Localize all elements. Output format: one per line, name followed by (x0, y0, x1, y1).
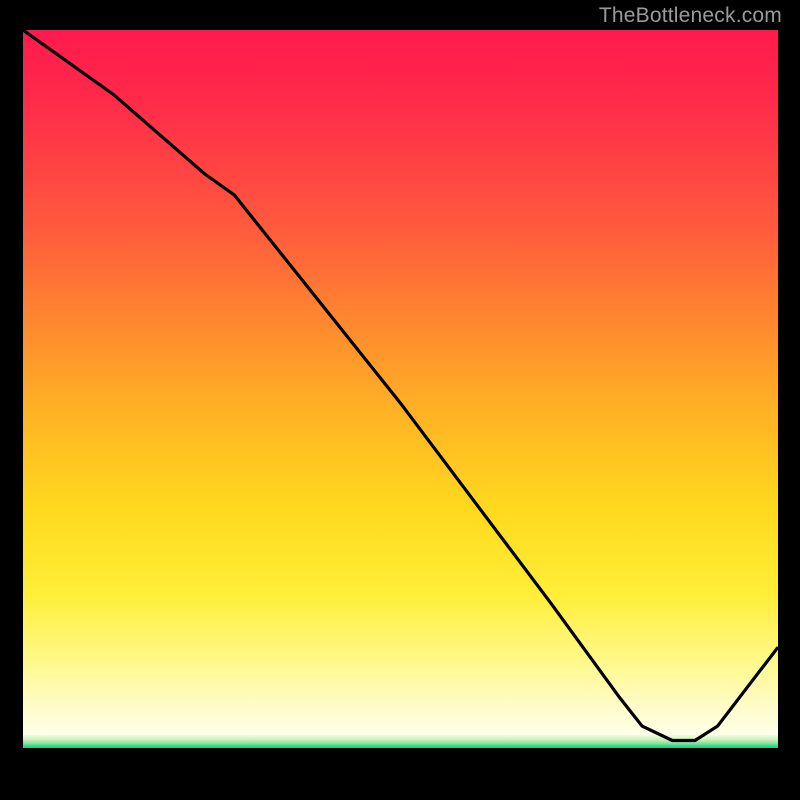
attribution-text: TheBottleneck.com (599, 4, 782, 28)
curve-path (23, 30, 778, 741)
chart-frame: TheBottleneck.com (0, 0, 800, 800)
main-curve (23, 30, 778, 776)
plot-area (23, 30, 778, 776)
